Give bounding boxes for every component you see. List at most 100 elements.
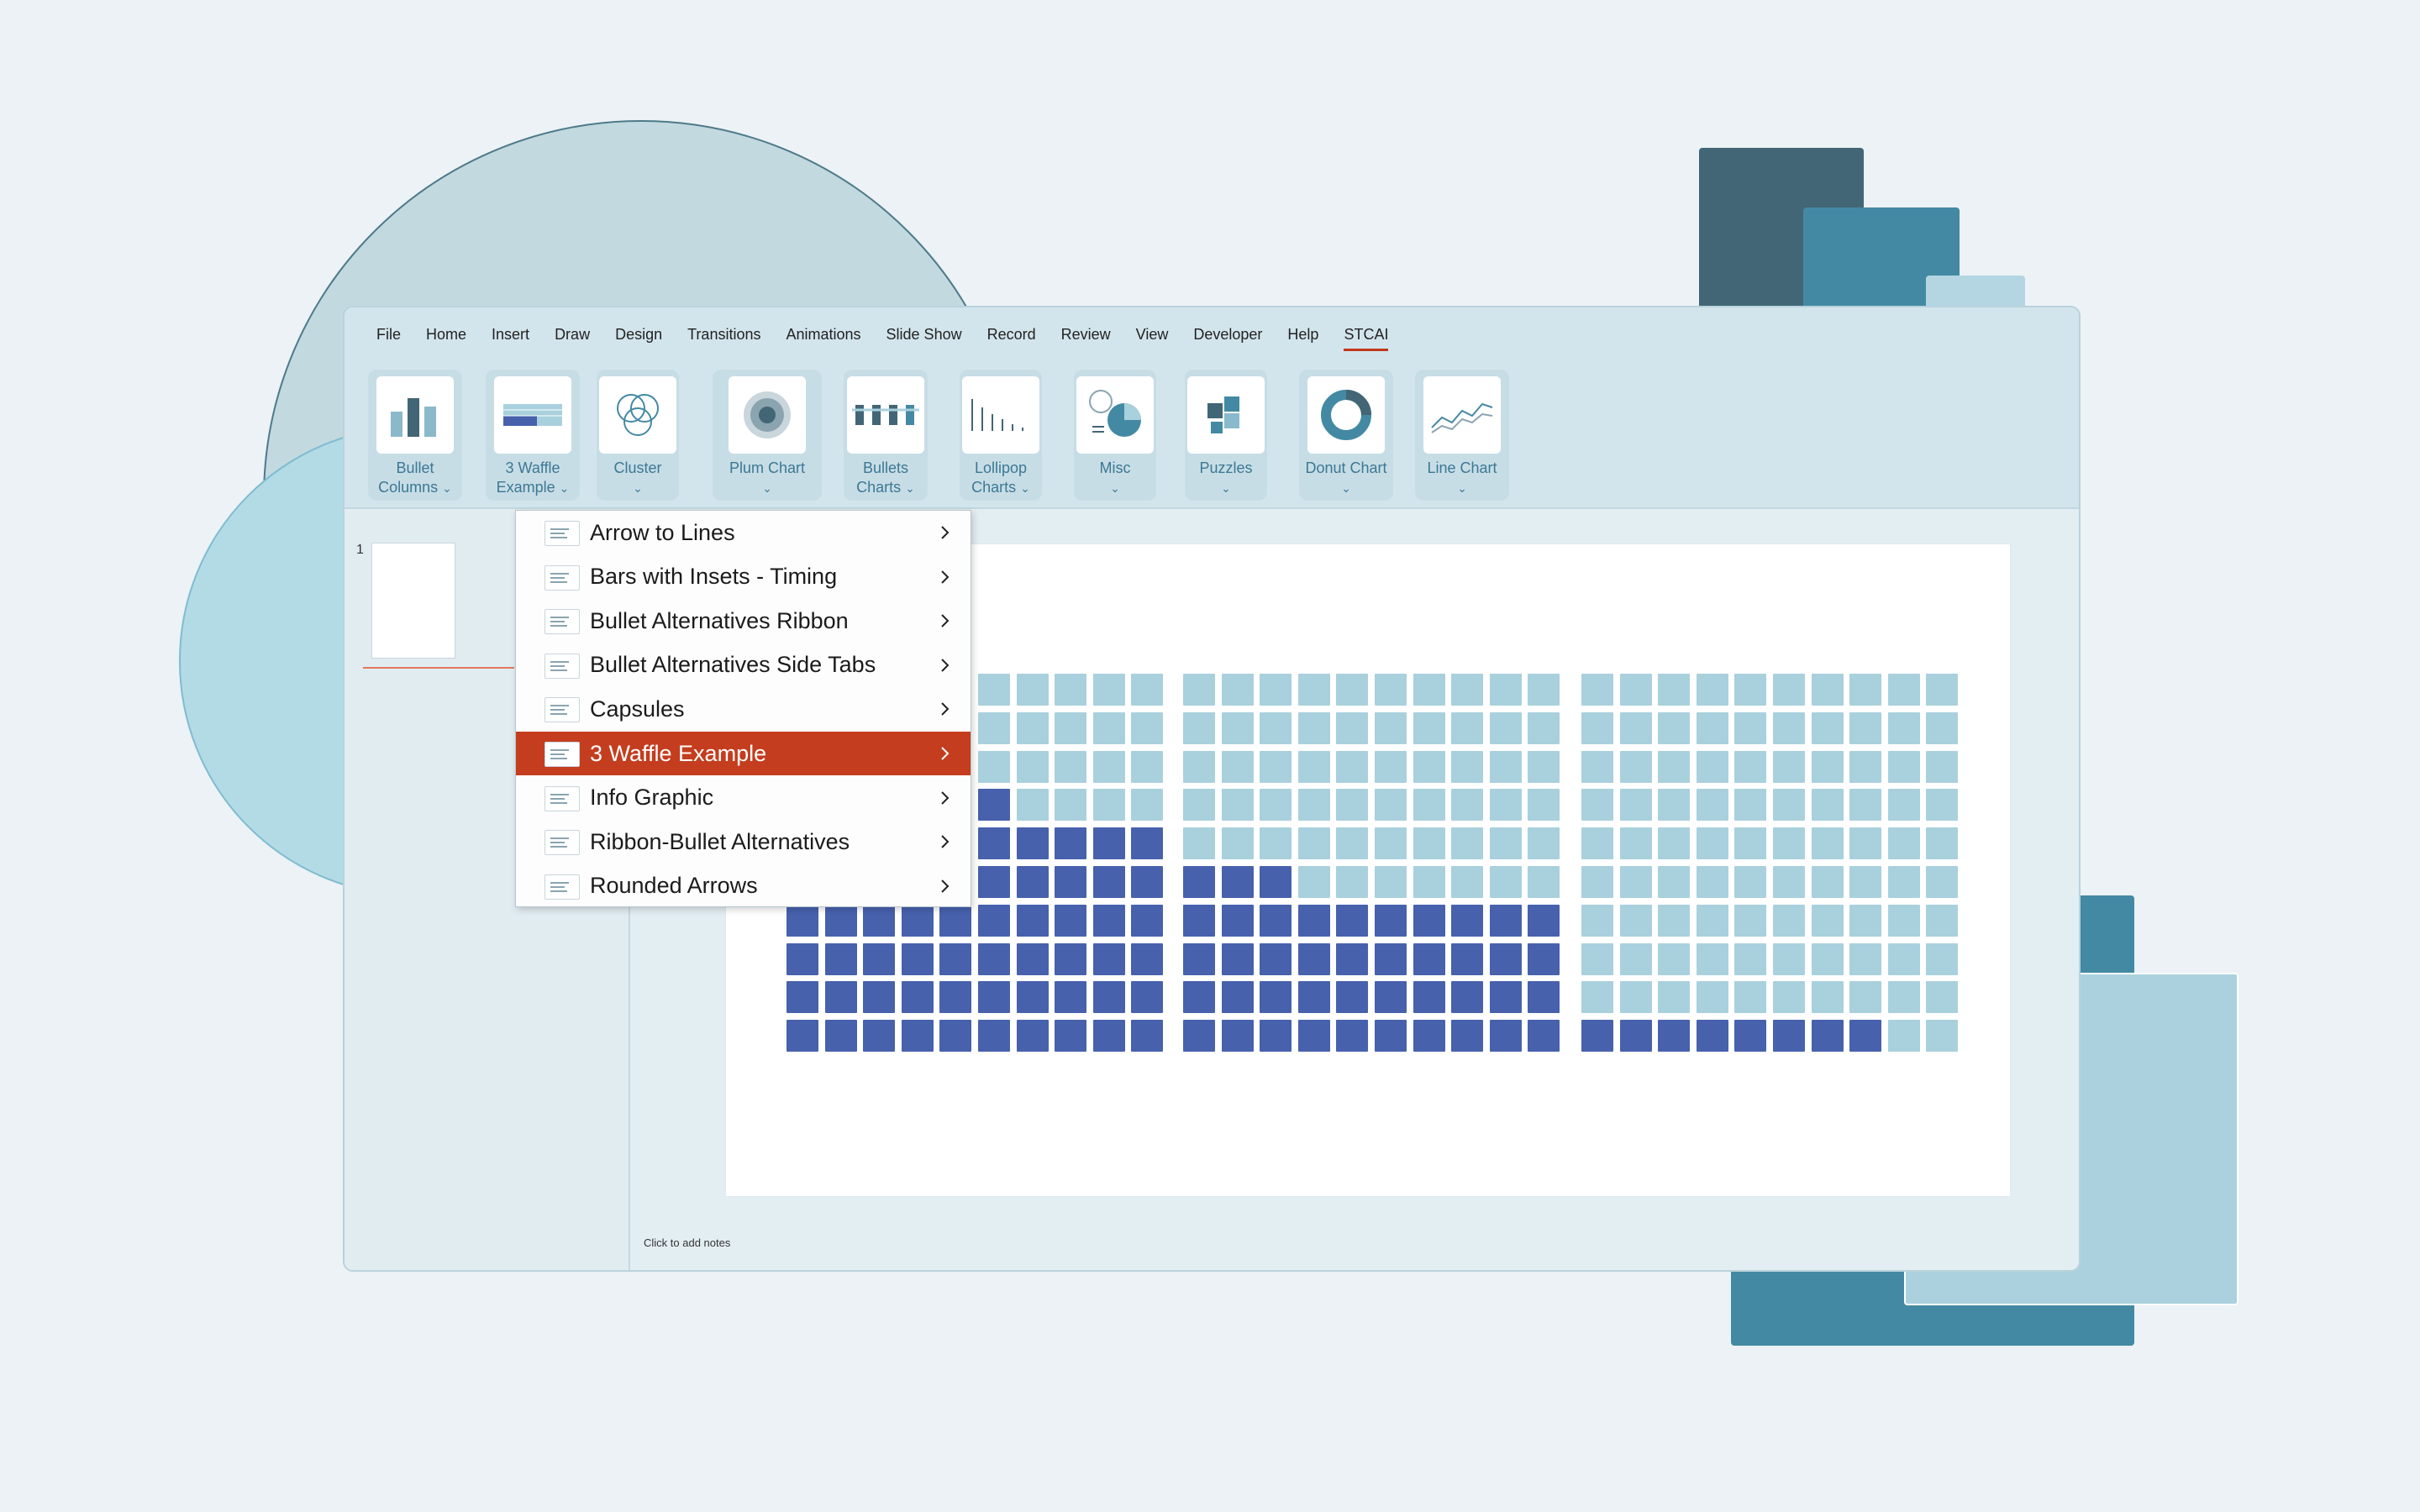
- ribbon-button-label: Puzzles ⌄: [1199, 459, 1252, 498]
- plum-chart-icon: [729, 376, 806, 454]
- ribbon-button-7[interactable]: Puzzles ⌄: [1185, 370, 1267, 501]
- menu-review[interactable]: Review: [1061, 307, 1111, 361]
- menu-transitions[interactable]: Transitions: [687, 307, 760, 361]
- waffle-cell-empty: [1658, 942, 1691, 975]
- dropdown-item-bullet-alternatives-side-tabs[interactable]: Bullet Alternatives Side Tabs: [516, 643, 971, 687]
- waffle-cell-empty: [1926, 711, 1959, 744]
- dropdown-item-arrow-to-lines[interactable]: Arrow to Lines: [516, 511, 971, 554]
- waffle-cell-empty: [1183, 789, 1215, 822]
- ribbon-button-5[interactable]: Lollipop Charts ⌄: [960, 370, 1042, 501]
- menu-slide-show[interactable]: Slide Show: [886, 307, 962, 361]
- dropdown-item-label: Ribbon-Bullet Alternatives: [590, 828, 850, 854]
- notes-placeholder[interactable]: Click to add notes: [644, 1236, 730, 1249]
- menu-record[interactable]: Record: [987, 307, 1036, 361]
- menu-view[interactable]: View: [1136, 307, 1169, 361]
- ribbon-button-4[interactable]: Bullets Charts ⌄: [844, 370, 928, 501]
- dropdown-item-label: Info Graphic: [590, 785, 714, 811]
- line-chart-icon: [1423, 376, 1501, 454]
- waffle-cell-filled: [939, 1020, 972, 1053]
- dropdown-item-label: Bullet Alternatives Ribbon: [590, 607, 849, 633]
- waffle-cell-empty: [1131, 711, 1164, 744]
- dropdown-item-bars-with-insets-timing[interactable]: Bars with Insets - Timing: [516, 555, 971, 599]
- dropdown-item-ribbon-bullet-alternatives[interactable]: Ribbon-Bullet Alternatives: [516, 820, 971, 864]
- menu-stcai[interactable]: STCAI: [1344, 307, 1389, 361]
- dropdown-item-3-waffle-example[interactable]: 3 Waffle Example: [516, 732, 971, 775]
- ribbon-label-line1: Bullet: [396, 459, 434, 476]
- waffle-cell-filled: [1451, 1020, 1484, 1053]
- waffle-cell-filled: [1183, 866, 1215, 898]
- waffle-cell-empty: [1221, 711, 1254, 744]
- menu-insert[interactable]: Insert: [492, 307, 529, 361]
- ribbon-button-8[interactable]: Donut Chart ⌄: [1299, 370, 1393, 501]
- waffle-cell-filled: [1451, 981, 1484, 1014]
- menu-animations[interactable]: Animations: [786, 307, 860, 361]
- waffle-cell-empty: [1581, 789, 1613, 822]
- waffle-cell-empty: [1696, 904, 1728, 937]
- menu-help[interactable]: Help: [1287, 307, 1318, 361]
- waffle-cell-filled: [1696, 1020, 1728, 1053]
- waffle-cell-empty: [1055, 789, 1087, 822]
- ribbon-button-6[interactable]: Misc ⌄: [1074, 370, 1156, 501]
- dropdown-item-label: Rounded Arrows: [590, 873, 758, 899]
- ribbon-button-0[interactable]: Bullet Columns ⌄: [368, 370, 462, 501]
- ribbon-button-2[interactable]: Cluster ⌄: [597, 370, 679, 501]
- ribbon-button-9[interactable]: Line Chart ⌄: [1415, 370, 1509, 501]
- waffle-cell-empty: [1092, 674, 1125, 706]
- waffle-cell-filled: [1773, 1020, 1805, 1053]
- waffle-cell-empty: [1619, 981, 1652, 1014]
- dropdown-item-rounded-arrows[interactable]: Rounded Arrows: [516, 864, 971, 908]
- dropdown-item-bullet-alternatives-ribbon[interactable]: Bullet Alternatives Ribbon: [516, 599, 971, 643]
- menu-home[interactable]: Home: [426, 307, 466, 361]
- template-thumbnail-icon: [544, 521, 580, 546]
- waffle-cell-empty: [1619, 674, 1652, 706]
- menu-design[interactable]: Design: [615, 307, 662, 361]
- waffle-cell-filled: [1016, 866, 1049, 898]
- menu-file[interactable]: File: [376, 307, 401, 361]
- chevron-right-icon: [941, 790, 950, 805]
- dropdown-item-info-graphic[interactable]: Info Graphic: [516, 776, 971, 820]
- waffle-cell-empty: [1016, 789, 1049, 822]
- ribbon-label-line2: ⌄: [613, 478, 661, 498]
- ribbon-label-line2: Charts ⌄: [856, 478, 915, 498]
- waffle-cell-empty: [1926, 674, 1959, 706]
- waffle-cell-filled: [1016, 981, 1049, 1014]
- waffle-cell-empty: [1297, 789, 1330, 822]
- ribbon-label-line1: Line Chart: [1427, 459, 1497, 476]
- waffle-cell-filled: [1528, 904, 1560, 937]
- slide-thumbnail[interactable]: [371, 543, 455, 659]
- waffle-cell-empty: [1849, 827, 1882, 860]
- waffle-cell-empty: [1260, 711, 1292, 744]
- waffle-cell-filled: [1451, 904, 1484, 937]
- waffle-cell-empty: [1696, 866, 1728, 898]
- template-thumbnail-icon: [544, 653, 580, 679]
- waffle-cell-empty: [1734, 981, 1767, 1014]
- waffle-cell-empty: [1773, 904, 1805, 937]
- waffle-cell-filled: [786, 981, 818, 1014]
- waffle-cell-empty: [1055, 711, 1087, 744]
- waffle-cell-filled: [1183, 904, 1215, 937]
- chevron-right-icon: [941, 526, 950, 539]
- waffle-cell-empty: [1734, 904, 1767, 937]
- waffle-cell-filled: [1528, 942, 1560, 975]
- waffle-cell-empty: [1887, 904, 1920, 937]
- ribbon-button-1[interactable]: 3 Waffle Example ⌄: [486, 370, 580, 501]
- ribbon-label-line2: Charts ⌄: [971, 478, 1030, 498]
- ribbon-button-3[interactable]: Plum Chart ⌄: [713, 370, 822, 501]
- waffle-cell-filled: [1055, 981, 1087, 1014]
- waffle-cell-filled: [939, 942, 972, 975]
- dropdown-item-capsules[interactable]: Capsules: [516, 687, 971, 731]
- chevron-down-icon: ⌄: [1020, 481, 1030, 495]
- chevron-right-icon: [941, 879, 950, 893]
- menu-draw[interactable]: Draw: [555, 307, 590, 361]
- waffle-cell-filled: [1489, 981, 1522, 1014]
- ribbon-label-line1: Plum Chart: [729, 459, 806, 476]
- waffle-cell-empty: [1413, 674, 1445, 706]
- chevron-right-icon: [941, 570, 950, 584]
- waffle-cell-empty: [1926, 827, 1959, 860]
- waffle-cell-empty: [1375, 674, 1407, 706]
- menu-developer[interactable]: Developer: [1193, 307, 1262, 361]
- ribbon-label-text: Charts: [856, 479, 902, 496]
- waffle-cell-empty: [1413, 827, 1445, 860]
- ribbon-button-label: Line Chart ⌄: [1427, 459, 1497, 498]
- waffle-cell-empty: [1926, 789, 1959, 822]
